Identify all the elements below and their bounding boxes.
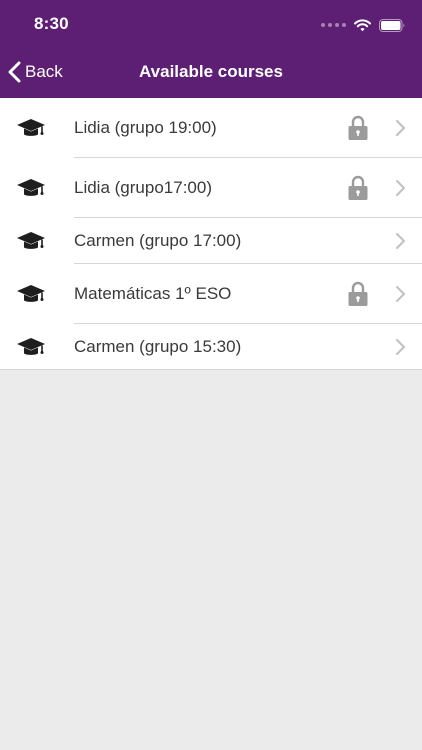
status-icons xyxy=(321,17,406,33)
course-row[interactable]: Carmen (grupo 15:30) xyxy=(0,324,422,370)
battery-icon xyxy=(379,18,405,32)
graduation-cap-icon xyxy=(17,119,45,136)
course-row[interactable]: Lidia (grupo 19:00) xyxy=(0,98,422,158)
course-name: Carmen (grupo 17:00) xyxy=(74,231,242,250)
lock-icon xyxy=(348,115,368,140)
status-bar: 8:30 xyxy=(0,0,422,50)
course-name: Carmen (grupo 15:30) xyxy=(74,337,242,356)
graduation-cap-icon xyxy=(17,338,45,355)
chevron-right-icon xyxy=(396,286,405,302)
app-header: 8:30 Back Available courses xyxy=(0,0,422,98)
course-list: Lidia (grupo 19:00) Lidia (grupo17:00) C… xyxy=(0,98,422,370)
chevron-right-icon xyxy=(396,180,405,196)
chevron-right-icon xyxy=(396,120,405,136)
lock-icon xyxy=(348,175,368,200)
course-row[interactable]: Matemáticas 1º ESO xyxy=(0,264,422,324)
graduation-cap-icon xyxy=(17,285,45,302)
status-time: 8:30 xyxy=(34,14,69,33)
navigation-bar: Back Available courses xyxy=(0,50,422,94)
graduation-cap-icon xyxy=(17,179,45,196)
course-name: Lidia (grupo17:00) xyxy=(74,178,212,197)
chevron-right-icon xyxy=(396,339,405,355)
graduation-cap-icon xyxy=(17,232,45,249)
course-row[interactable]: Lidia (grupo17:00) xyxy=(0,158,422,218)
wifi-icon xyxy=(354,18,371,31)
chevron-right-icon xyxy=(396,233,405,249)
course-row[interactable]: Carmen (grupo 17:00) xyxy=(0,218,422,264)
lock-icon xyxy=(348,281,368,306)
course-name: Matemáticas 1º ESO xyxy=(74,284,232,303)
signal-icon xyxy=(321,23,346,27)
page-title: Available courses xyxy=(139,62,283,81)
course-name: Lidia (grupo 19:00) xyxy=(74,118,217,137)
